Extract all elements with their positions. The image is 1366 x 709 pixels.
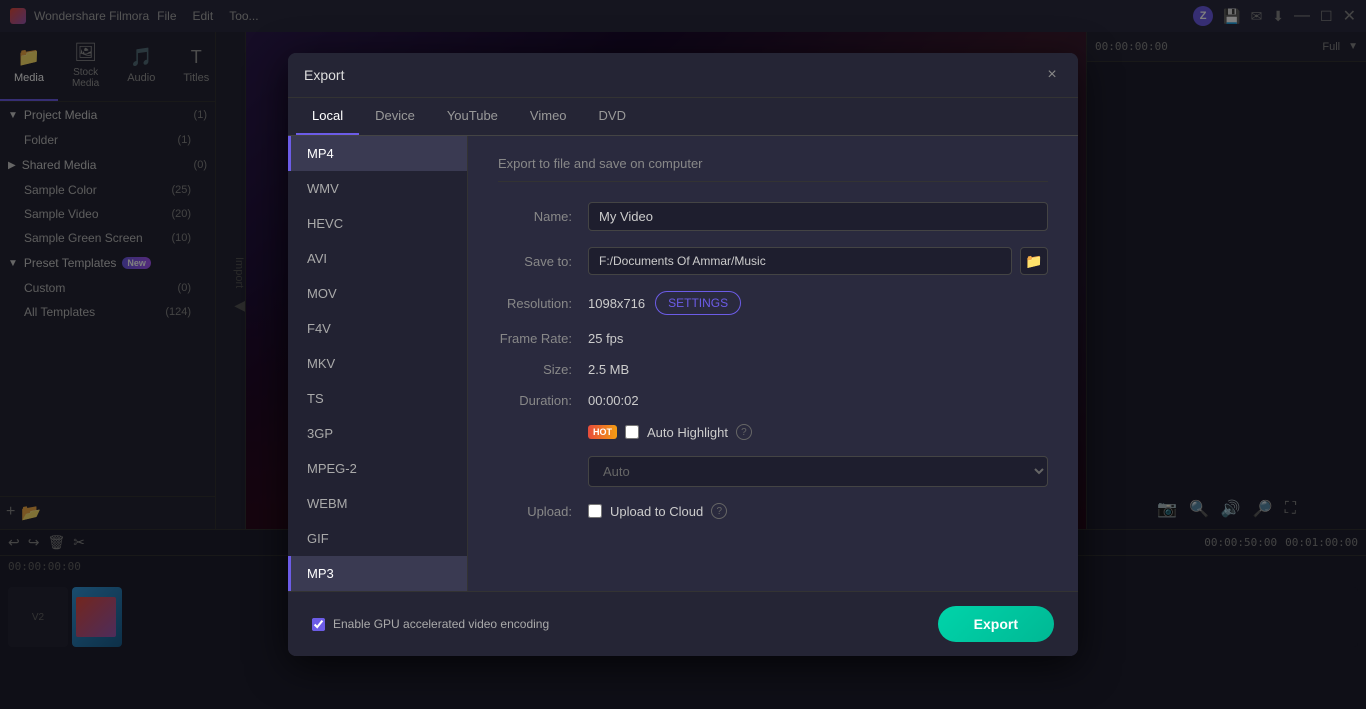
save-to-input[interactable] [588,247,1012,275]
format-3gp[interactable]: 3GP [288,416,467,451]
auto-highlight-checkbox[interactable] [625,425,639,439]
upload-info-icon[interactable]: ? [711,503,727,519]
save-to-input-row: 📁 [588,247,1048,275]
browse-folder-button[interactable]: 📁 [1020,247,1048,275]
gpu-checkbox[interactable] [312,618,325,631]
format-mp3[interactable]: MP3 [288,556,467,591]
format-avi[interactable]: AVI [288,241,467,276]
auto-highlight-label: Auto Highlight [647,425,728,440]
duration-row: Duration: 00:00:02 [498,393,1048,408]
format-mkv[interactable]: MKV [288,346,467,381]
resolution-value: 1098x716 [588,296,645,311]
frame-rate-row: Frame Rate: 25 fps [498,331,1048,346]
export-tab-vimeo[interactable]: Vimeo [514,98,583,135]
dialog-tabs: Local Device YouTube Vimeo DVD [288,98,1078,136]
gpu-checkbox-row: Enable GPU accelerated video encoding [312,617,549,631]
dialog-title: Export [304,67,344,83]
format-mp4[interactable]: MP4 [288,136,467,171]
dialog-overlay: Export × Local Device YouTube Vimeo DVD … [0,0,1366,709]
upload-row: Upload: Upload to Cloud ? [498,503,1048,519]
export-tab-local[interactable]: Local [296,98,359,135]
auto-highlight-row: HOT Auto Highlight ? [498,424,1048,440]
format-mov[interactable]: MOV [288,276,467,311]
size-label: Size: [498,362,588,377]
dialog-body: MP4 WMV HEVC AVI MOV F4V MKV TS 3GP MPEG… [288,136,1078,591]
format-wmv[interactable]: WMV [288,171,467,206]
duration-label: Duration: [498,393,588,408]
export-tab-device[interactable]: Device [359,98,431,135]
dialog-close-button[interactable]: × [1042,65,1062,85]
dialog-header: Export × [288,53,1078,98]
name-row: Name: [498,202,1048,231]
app-container: Wondershare Filmora File Edit Too... Z 💾… [0,0,1366,709]
auto-highlight-info-icon[interactable]: ? [736,424,752,440]
export-tab-youtube[interactable]: YouTube [431,98,514,135]
format-ts[interactable]: TS [288,381,467,416]
resolution-value-row: 1098x716 SETTINGS [588,291,741,315]
duration-value: 00:00:02 [588,393,1048,408]
format-mpeg2[interactable]: MPEG-2 [288,451,467,486]
name-input[interactable] [588,202,1048,231]
export-dialog: Export × Local Device YouTube Vimeo DVD … [288,53,1078,656]
format-list: MP4 WMV HEVC AVI MOV F4V MKV TS 3GP MPEG… [288,136,468,591]
settings-button[interactable]: SETTINGS [655,291,741,315]
format-hevc[interactable]: HEVC [288,206,467,241]
resolution-label: Resolution: [498,296,588,311]
upload-to-cloud-label: Upload to Cloud [610,504,703,519]
frame-rate-label: Frame Rate: [498,331,588,346]
export-button[interactable]: Export [938,606,1054,642]
format-f4v[interactable]: F4V [288,311,467,346]
hot-badge: HOT [588,425,617,439]
auto-dropdown[interactable]: Auto [588,456,1048,487]
save-to-label: Save to: [498,254,588,269]
export-settings: Export to file and save on computer Name… [468,136,1078,591]
dialog-footer: Enable GPU accelerated video encoding Ex… [288,591,1078,656]
name-label: Name: [498,209,588,224]
upload-to-cloud-checkbox[interactable] [588,504,602,518]
size-row: Size: 2.5 MB [498,362,1048,377]
save-to-row: Save to: 📁 [498,247,1048,275]
format-webm[interactable]: WEBM [288,486,467,521]
auto-highlight-checkbox-row: HOT Auto Highlight ? [588,424,1048,440]
auto-dropdown-row: Auto [498,456,1048,487]
export-tab-dvd[interactable]: DVD [583,98,642,135]
format-gif[interactable]: GIF [288,521,467,556]
export-subtitle: Export to file and save on computer [498,156,1048,182]
size-value: 2.5 MB [588,362,1048,377]
upload-checkbox-row: Upload to Cloud ? [588,503,1048,519]
frame-rate-value: 25 fps [588,331,1048,346]
upload-label: Upload: [498,504,588,519]
gpu-label: Enable GPU accelerated video encoding [333,617,549,631]
resolution-row: Resolution: 1098x716 SETTINGS [498,291,1048,315]
